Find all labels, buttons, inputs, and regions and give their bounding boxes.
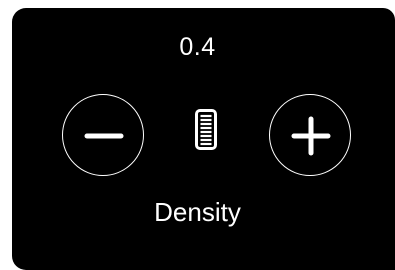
- decrease-density-button[interactable]: [62, 94, 144, 176]
- minus-icon: [84, 133, 124, 139]
- density-value: 0.4: [179, 33, 216, 61]
- density-label: Density: [154, 197, 241, 227]
- increase-density-button[interactable]: [269, 94, 351, 176]
- plus-icon: [291, 116, 331, 156]
- density-lines-icon: [194, 108, 222, 158]
